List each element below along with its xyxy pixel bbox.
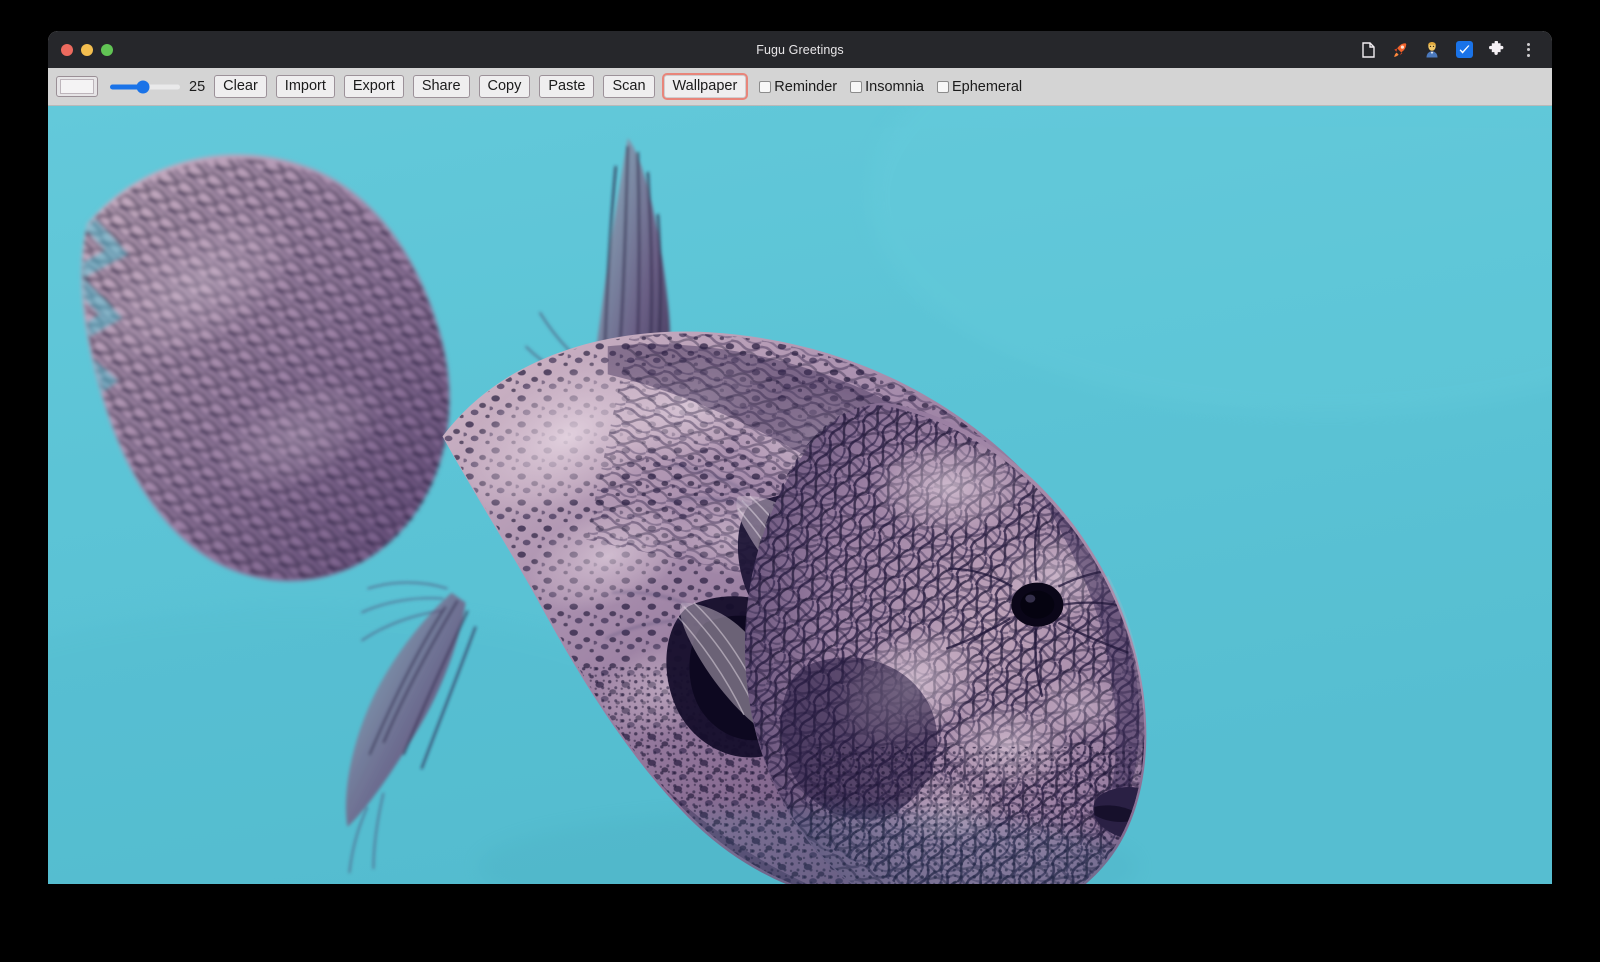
window-title: Fugu Greetings	[48, 43, 1552, 57]
wallpaper-button[interactable]: Wallpaper	[664, 75, 747, 98]
rocket-icon[interactable]	[1390, 40, 1410, 60]
desktop-background: Fugu Greetings	[0, 0, 1600, 962]
line-width-slider[interactable]	[110, 78, 180, 96]
puzzle-piece-icon[interactable]	[1486, 40, 1506, 60]
ephemeral-checkbox[interactable]: Ephemeral	[937, 79, 1022, 95]
paste-button[interactable]: Paste	[539, 75, 594, 98]
line-width-value: 25	[189, 79, 205, 95]
ephemeral-checkbox-box[interactable]	[937, 81, 949, 93]
slider-thumb[interactable]	[136, 80, 149, 93]
reminder-checkbox[interactable]: Reminder	[759, 79, 837, 95]
import-button[interactable]: Import	[276, 75, 335, 98]
share-button[interactable]: Share	[413, 75, 470, 98]
drawing-canvas[interactable]	[48, 106, 1552, 884]
extension-blue-icon[interactable]	[1454, 40, 1474, 60]
kebab-menu-icon[interactable]	[1518, 40, 1538, 60]
reminder-checkbox-box[interactable]	[759, 81, 771, 93]
pufferfish-photo	[48, 106, 1552, 884]
title-bar-actions	[1358, 40, 1552, 60]
app-window: Fugu Greetings	[48, 31, 1552, 884]
extension-blue-badge	[1456, 41, 1473, 58]
toolbar: 25 Clear Import Export Share Copy Paste …	[48, 68, 1552, 106]
reminder-checkbox-label: Reminder	[774, 79, 837, 95]
insomnia-checkbox-label: Insomnia	[865, 79, 924, 95]
insomnia-checkbox[interactable]: Insomnia	[850, 79, 924, 95]
close-window-button[interactable]	[61, 44, 73, 56]
color-picker-input[interactable]	[56, 76, 98, 97]
kebab-dots	[1527, 43, 1530, 57]
ephemeral-checkbox-label: Ephemeral	[952, 79, 1022, 95]
maximize-window-button[interactable]	[101, 44, 113, 56]
insomnia-checkbox-box[interactable]	[850, 81, 862, 93]
clear-button[interactable]: Clear	[214, 75, 267, 98]
minimize-window-button[interactable]	[81, 44, 93, 56]
window-controls	[48, 44, 113, 56]
color-swatch	[60, 79, 94, 94]
title-bar: Fugu Greetings	[48, 31, 1552, 68]
person-avatar-icon[interactable]	[1422, 40, 1442, 60]
export-button[interactable]: Export	[344, 75, 404, 98]
copy-button[interactable]: Copy	[479, 75, 531, 98]
page-document-icon[interactable]	[1358, 40, 1378, 60]
scan-button[interactable]: Scan	[603, 75, 654, 98]
